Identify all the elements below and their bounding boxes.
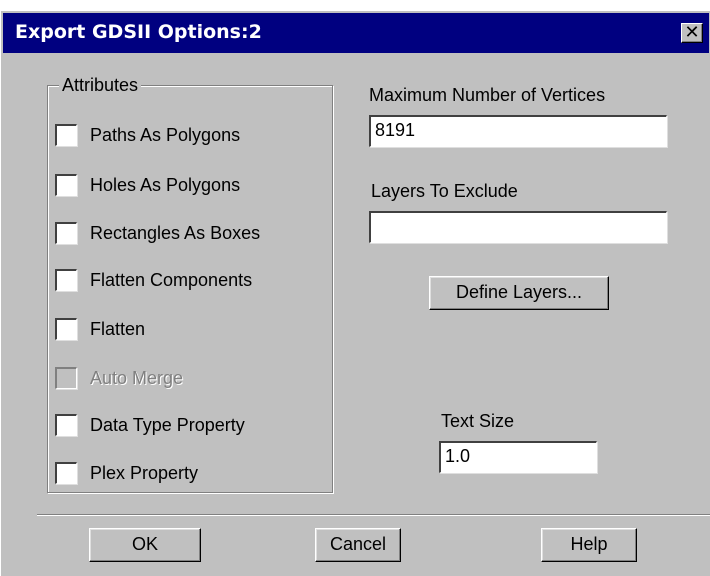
checkbox-box[interactable] [55,414,77,436]
auto-merge-checkbox: Auto Merge [55,366,183,390]
holes-as-polygons-checkbox[interactable]: Holes As Polygons [55,173,240,197]
data-type-property-checkbox[interactable]: Data Type Property [55,413,245,437]
export-gdsii-dialog: Export GDSII Options:2 ✕ Attributes Path… [0,10,710,576]
flatten-components-checkbox[interactable]: Flatten Components [55,268,252,292]
cancel-button[interactable]: Cancel [315,528,401,562]
checkbox-box[interactable] [55,318,77,340]
checkbox-box[interactable] [55,222,77,244]
max-vertices-label: Maximum Number of Vertices [369,85,606,105]
close-icon[interactable]: ✕ [681,23,703,43]
checkbox-label: Rectangles As Boxes [90,222,261,243]
checkbox-label: Auto Merge [90,367,184,388]
text-size-label: Text Size [441,411,515,431]
checkbox-label: Paths As Polygons [90,124,241,145]
help-button[interactable]: Help [541,528,637,562]
paths-as-polygons-checkbox[interactable]: Paths As Polygons [55,123,240,147]
checkbox-box[interactable] [55,269,77,291]
rectangles-as-boxes-checkbox[interactable]: Rectangles As Boxes [55,221,260,245]
checkbox-box[interactable] [55,462,77,484]
text-size-input[interactable]: 1.0 [439,441,597,473]
checkbox-box [55,367,77,389]
layers-exclude-label: Layers To Exclude [371,181,518,201]
checkbox-label: Plex Property [90,462,199,483]
plex-property-checkbox[interactable]: Plex Property [55,461,198,485]
attributes-legend: Attributes [59,75,142,96]
checkbox-label: Data Type Property [90,414,245,435]
checkbox-box[interactable] [55,124,77,146]
window-title: Export GDSII Options:2 [15,21,262,43]
separator [37,514,710,516]
checkbox-box[interactable] [55,174,77,196]
define-layers-button[interactable]: Define Layers... [429,276,609,310]
ok-button[interactable]: OK [89,528,201,562]
checkbox-label: Flatten [90,318,146,339]
max-vertices-input[interactable]: 8191 [369,115,667,147]
layers-exclude-input[interactable] [369,211,667,243]
flatten-checkbox[interactable]: Flatten [55,317,145,341]
checkbox-label: Holes As Polygons [90,174,241,195]
checkbox-label: Flatten Components [90,269,253,290]
title-bar[interactable]: Export GDSII Options:2 ✕ [3,13,709,53]
